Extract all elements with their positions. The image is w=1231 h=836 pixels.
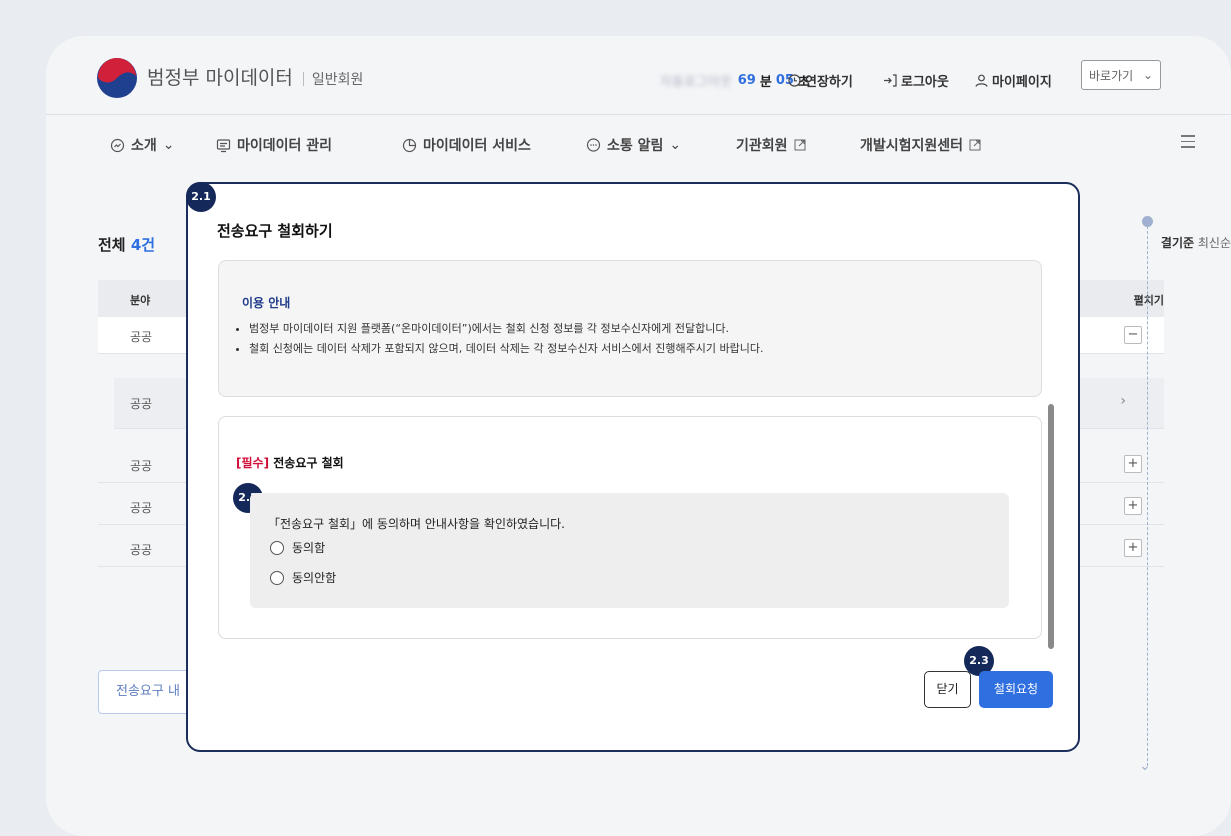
nav-mydata-manage-label: 마이데이터 관리 — [237, 138, 333, 154]
info-item: 범정부 마이데이터 지원 플랫폼(“온마이데이터”)에서는 철회 신청 정보를 … — [249, 319, 763, 339]
extend-label: 연장하기 — [805, 75, 853, 90]
main-nav: 소개 ⌄ 마이데이터 관리 마이데이터 서비스 소통 알림 ⌄ 기관회원 개발시… — [46, 114, 1231, 173]
total-count: 전체 4건 — [98, 234, 155, 255]
withdraw-request-button[interactable]: 철회요청 — [979, 671, 1053, 708]
chevron-down-icon: ⌄ — [162, 137, 175, 153]
nav-mydata-service[interactable]: 마이데이터 서비스 — [402, 135, 531, 155]
scroll-indicator-line — [1147, 221, 1148, 766]
collapse-icon[interactable]: − — [1124, 326, 1142, 344]
mypage-button[interactable]: 마이페이지 — [975, 71, 1052, 90]
required-heading: [필수] 전송요구 철회 — [236, 454, 344, 471]
required-label: 전송요구 철회 — [273, 456, 344, 470]
sort-label: 결기준 — [1160, 236, 1195, 250]
row-field: 공공 — [130, 459, 153, 473]
expand-icon[interactable]: + — [1124, 455, 1142, 473]
nav-mydata-manage[interactable]: 마이데이터 관리 — [216, 135, 332, 155]
sort-value: 최신순 — [1197, 236, 1231, 250]
government-logo[interactable] — [96, 57, 138, 99]
clock-icon — [788, 74, 801, 87]
row-field: 공공 — [130, 397, 153, 411]
external-link-icon — [969, 139, 981, 151]
logout-button[interactable]: 로그아웃 — [883, 71, 949, 90]
logout-label: 로그아웃 — [901, 75, 949, 90]
goto-select[interactable]: 바로가기 ⌄ — [1081, 60, 1161, 90]
info-item: 철회 신청에는 데이터 삭제가 포함되지 않으며, 데이터 삭제는 각 정보수신… — [249, 339, 763, 359]
chevron-right-icon: › — [1120, 393, 1126, 409]
brand-title[interactable]: 범정부 마이데이터 일반회원 — [147, 63, 363, 90]
extend-session-button[interactable]: 연장하기 — [788, 71, 853, 90]
row-field: 공공 — [130, 330, 153, 344]
expand-icon[interactable]: + — [1124, 497, 1142, 515]
nav-institution-member[interactable]: 기관회원 — [736, 135, 806, 155]
info-box: 이용 안내 범정부 마이데이터 지원 플랫폼(“온마이데이터”)에서는 철회 신… — [218, 260, 1042, 397]
total-prefix: 전체 — [98, 236, 126, 254]
nav-dev-test-center-label: 개발시험지원센터 — [860, 138, 964, 154]
hamburger-menu-icon[interactable] — [1181, 135, 1195, 152]
modal-scrollbar-thumb[interactable] — [1048, 404, 1054, 649]
session-minutes-unit: 분 — [759, 75, 772, 90]
nav-dev-test-center[interactable]: 개발시험지원센터 — [860, 135, 981, 155]
nav-institution-member-label: 기관회원 — [736, 138, 788, 154]
close-button[interactable]: 닫기 — [924, 671, 971, 708]
modal-title: 전송요구 철회하기 — [217, 222, 333, 240]
service-icon — [402, 138, 417, 152]
agree-radio[interactable] — [270, 540, 284, 555]
row-field: 공공 — [130, 501, 153, 515]
agree-label: 동의함 — [292, 541, 326, 555]
sort-control[interactable]: 결기준 최신순 — [1161, 234, 1231, 251]
intro-icon — [110, 138, 125, 152]
nav-mydata-service-label: 마이데이터 서비스 — [423, 138, 531, 154]
nav-communication[interactable]: 소통 알림 ⌄ — [586, 135, 681, 155]
chevron-down-icon: ⌄ — [1139, 758, 1151, 774]
nav-intro-label: 소개 — [131, 138, 157, 154]
logout-icon — [884, 74, 897, 87]
goto-label: 바로가기 — [1089, 68, 1134, 83]
top-header: 범정부 마이데이터 일반회원 자동로그아웃 69 분 05 초 연장하기 로그아웃 마… — [46, 36, 1231, 114]
nav-intro[interactable]: 소개 ⌄ — [110, 135, 175, 155]
chevron-down-icon: ⌄ — [1142, 68, 1153, 82]
member-role: 일반회원 — [311, 72, 364, 88]
mypage-label: 마이페이지 — [992, 75, 1052, 90]
nav-communication-label: 소통 알림 — [607, 138, 664, 154]
chat-icon — [586, 137, 601, 152]
required-tag: [필수] — [236, 456, 270, 470]
row-field: 공공 — [130, 543, 153, 557]
user-icon — [975, 74, 988, 87]
consent-box: [필수] 전송요구 철회 2.2 「전송요구 철회」에 동의하며 안내사항을 확… — [218, 416, 1042, 639]
col-expand: 펼치기 — [1133, 294, 1164, 307]
info-list: 범정부 마이데이터 지원 플랫폼(“온마이데이터”)에서는 철회 신청 정보를 … — [231, 319, 763, 359]
total-count-value: 4건 — [130, 236, 156, 254]
external-link-icon — [794, 139, 806, 151]
brand-name: 범정부 마이데이터 — [147, 67, 293, 89]
session-label: 자동로그아웃 — [660, 75, 732, 90]
annotation-badge: 2.1 — [186, 182, 216, 212]
manage-icon — [216, 138, 231, 152]
withdraw-modal: 2.1 전송요구 철회하기 이용 안내 범정부 마이데이터 지원 플랫폼(“온마… — [186, 182, 1080, 752]
agree-option[interactable]: 동의함 — [270, 539, 325, 556]
disagree-radio[interactable] — [270, 570, 284, 585]
info-title: 이용 안내 — [242, 296, 291, 310]
consent-question-text: 「전송요구 철회」에 동의하며 안내사항을 확인하였습니다. — [268, 517, 565, 531]
session-minutes: 69 — [737, 73, 756, 88]
divider — [302, 71, 304, 86]
disagree-option[interactable]: 동의안함 — [270, 569, 336, 586]
col-field: 분야 — [130, 294, 151, 307]
chevron-down-icon: ⌄ — [669, 137, 682, 153]
disagree-label: 동의안함 — [292, 571, 337, 585]
expand-icon[interactable]: + — [1124, 539, 1142, 557]
consent-question: 「전송요구 철회」에 동의하며 안내사항을 확인하였습니다. 동의함 동의안함 — [250, 493, 1009, 608]
